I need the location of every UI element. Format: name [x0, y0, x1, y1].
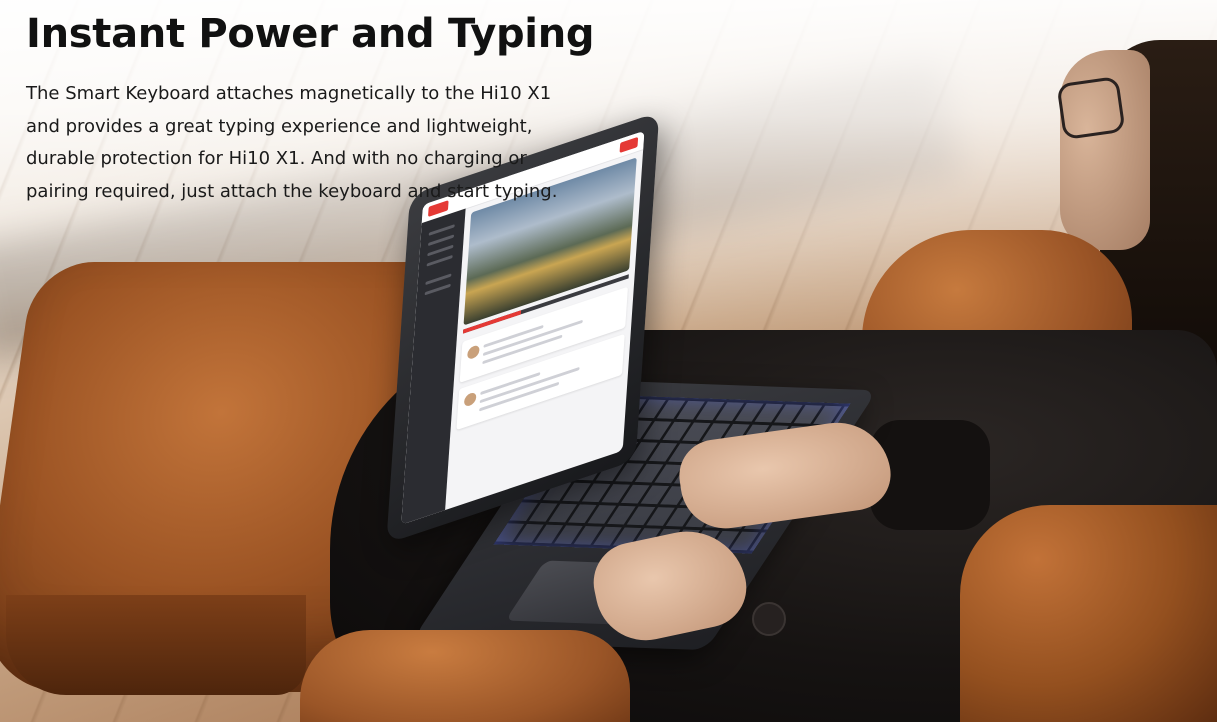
text-line	[482, 319, 583, 357]
nav-line	[427, 244, 454, 257]
avatar	[466, 344, 480, 361]
nav-line	[427, 234, 455, 247]
product-banner: Instant Power and Typing The Smart Keybo…	[0, 0, 1217, 722]
glasses-icon	[1056, 75, 1126, 141]
avatar	[463, 391, 477, 408]
banner-headline: Instant Power and Typing	[26, 11, 595, 57]
nav-line	[424, 283, 451, 296]
armchair-seat-front	[300, 630, 630, 722]
nav-line	[425, 273, 452, 286]
text-line	[479, 366, 580, 404]
app-action-button	[619, 136, 639, 154]
banner-description: The Smart Keyboard attaches magnetically…	[26, 83, 558, 202]
ottoman-front-edge	[6, 595, 306, 695]
nav-line	[426, 254, 453, 267]
armchair-arm	[960, 505, 1217, 722]
coat-button	[752, 602, 786, 636]
nav-line	[428, 224, 455, 236]
app-side-nav	[401, 208, 466, 525]
